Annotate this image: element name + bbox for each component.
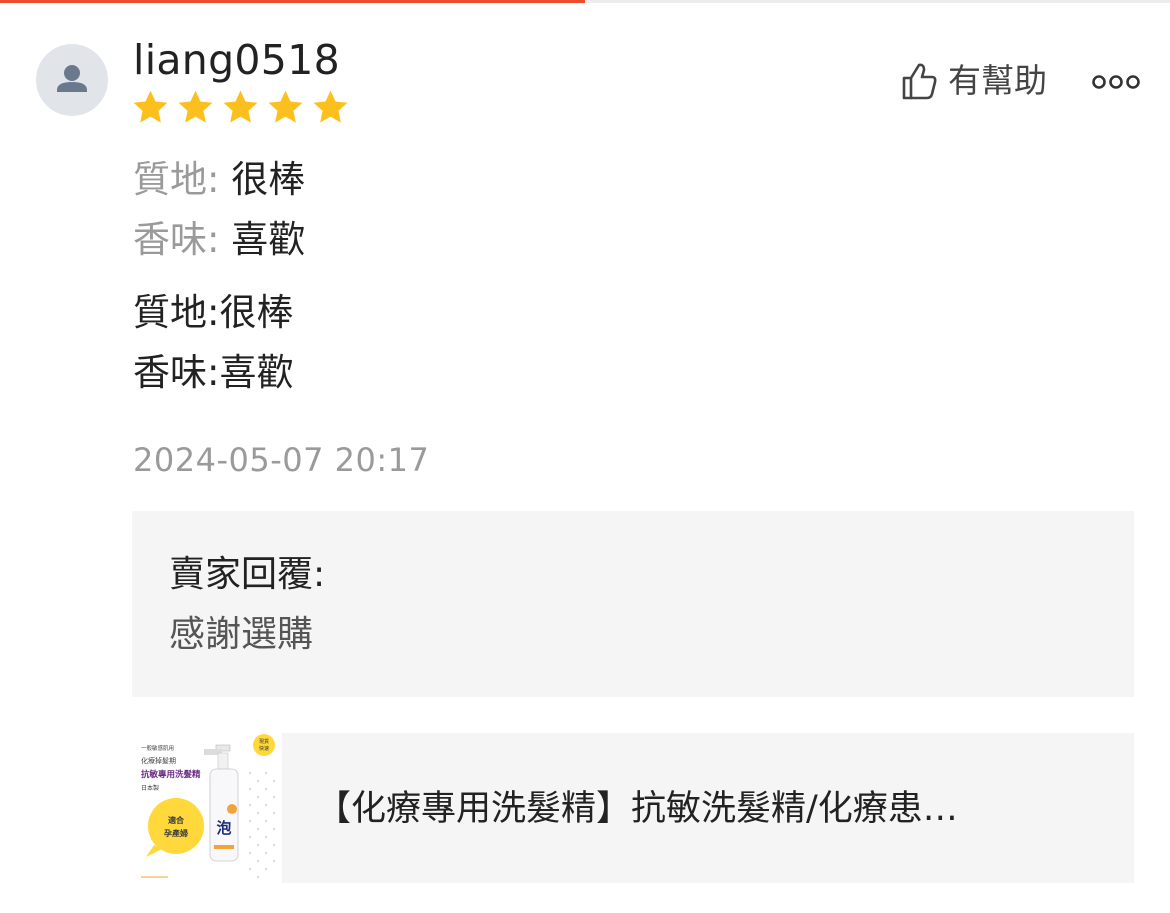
star-icon: [313, 90, 348, 123]
top-progress-fill: [0, 0, 585, 3]
svg-text:快速: 快速: [259, 745, 269, 752]
helpful-label: 有幫助: [948, 61, 1047, 100]
svg-text:孕產婦: 孕產婦: [164, 828, 188, 838]
svg-text:抗敏專用洗髮精: 抗敏專用洗髮精: [141, 769, 201, 780]
helpful-button[interactable]: 有幫助: [900, 58, 1047, 104]
star-icon: [223, 90, 258, 123]
svg-text:一般敏感肌用: 一般敏感肌用: [141, 744, 174, 752]
svg-text:日本製: 日本製: [141, 784, 159, 792]
more-options-icon: [1092, 75, 1140, 89]
star-icon: [133, 90, 168, 123]
attribute-row-scent: 香味: 喜歡: [133, 214, 305, 266]
attribute-key: 質地:: [133, 158, 232, 201]
attribute-value: 喜歡: [231, 218, 306, 261]
seller-reply-text: 感謝選購: [169, 614, 314, 655]
seller-reply-box: 賣家回覆: 感謝選購: [132, 511, 1134, 697]
more-options-button[interactable]: [1090, 66, 1142, 98]
attribute-row-texture: 質地: 很棒: [133, 154, 305, 206]
reviewer-username[interactable]: liang0518: [133, 36, 340, 84]
user-silhouette-icon: [57, 65, 87, 92]
svg-text:化療掉髮期: 化療掉髮期: [141, 756, 176, 765]
product-card[interactable]: 一般敏感肌用 化療掉髮期 抗敏專用洗髮精 日本製 適合 孕產婦 泡 現貨 快速 …: [132, 733, 1134, 883]
svg-text:現貨: 現貨: [259, 738, 269, 745]
rating-stars: [131, 88, 350, 128]
review-timestamp: 2024-05-07 20:17: [133, 441, 430, 479]
product-thumbnail-image: 一般敏感肌用 化療掉髮期 抗敏專用洗髮精 日本製 適合 孕產婦 泡 現貨 快速: [132, 733, 282, 883]
product-thumbnail: 一般敏感肌用 化療掉髮期 抗敏專用洗髮精 日本製 適合 孕產婦 泡 現貨 快速: [132, 733, 282, 883]
review-body-line: 香味:喜歡: [133, 351, 294, 394]
star-icon: [178, 90, 213, 123]
attribute-key: 香味:: [133, 218, 232, 261]
product-title[interactable]: 【化療專用洗髮精】抗敏洗髮精/化療患…: [316, 785, 1076, 833]
svg-text:適合: 適合: [168, 815, 185, 825]
svg-text:泡: 泡: [216, 819, 231, 837]
review-body-line: 質地:很棒: [133, 291, 294, 334]
attribute-value: 很棒: [231, 158, 306, 201]
seller-reply-title: 賣家回覆:: [169, 554, 326, 595]
thumbs-up-icon: [902, 63, 937, 100]
star-icon: [268, 90, 303, 123]
avatar[interactable]: [36, 44, 108, 116]
